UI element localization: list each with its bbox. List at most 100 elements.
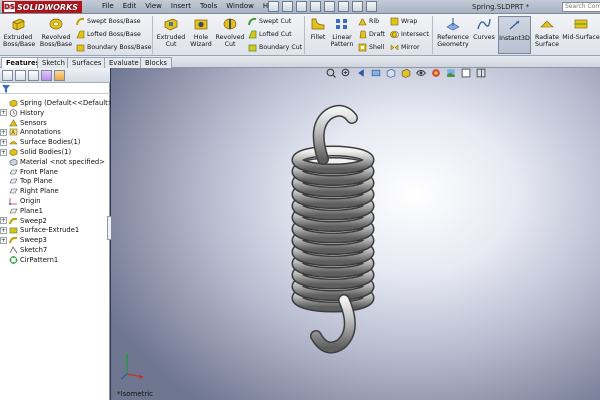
- draft-button[interactable]: Draft: [358, 30, 385, 39]
- save-icon[interactable]: [296, 1, 307, 12]
- expand-icon[interactable]: +: [0, 236, 7, 244]
- hole-wizard-button[interactable]: Hole Wizard: [188, 17, 214, 48]
- curves-icon: [477, 18, 491, 30]
- tree-item-annotations[interactable]: + A Annotations: [0, 128, 110, 138]
- wrap-button[interactable]: Wrap: [390, 17, 417, 26]
- reference-geometry-label: Reference Geometry: [437, 34, 469, 48]
- radiate-surface-button[interactable]: Radiate Surface: [533, 17, 561, 48]
- tab-surfaces[interactable]: Surfaces: [67, 57, 107, 68]
- rib-button[interactable]: Rib: [358, 17, 379, 26]
- rebuild-icon[interactable]: [352, 1, 363, 12]
- tree-item-material-not-specified[interactable]: Material <not specified>: [0, 157, 110, 167]
- tree-item-front-plane[interactable]: Front Plane: [0, 167, 110, 177]
- svg-text:A: A: [11, 130, 15, 136]
- tree-item-sweep2[interactable]: + Sweep2: [0, 216, 110, 226]
- tree-item-top-plane[interactable]: Top Plane: [0, 177, 110, 187]
- wrap-icon: [390, 17, 399, 26]
- search-commands-input[interactable]: Search Com: [562, 2, 600, 12]
- origin-icon: [9, 198, 17, 206]
- open-icon[interactable]: [282, 1, 293, 12]
- tab-sketch[interactable]: Sketch: [37, 57, 70, 68]
- tree-item-sensors[interactable]: Sensors: [0, 118, 110, 128]
- material-icon: [9, 158, 18, 166]
- expand-icon[interactable]: +: [0, 226, 7, 234]
- solidworks-logo[interactable]: DS SOLIDWORKS: [2, 1, 83, 13]
- title-bar: DS SOLIDWORKS File Edit View Insert Tool…: [0, 0, 600, 14]
- expand-icon[interactable]: +: [0, 138, 7, 146]
- menu-edit[interactable]: Edit: [123, 2, 137, 10]
- menu-file[interactable]: File: [102, 2, 114, 10]
- revolved-boss-icon: [49, 18, 63, 30]
- options-icon[interactable]: [366, 1, 377, 12]
- lofted-boss-button[interactable]: Lofted Boss/Base: [76, 30, 141, 39]
- boundary-boss-button[interactable]: Boundary Boss/Base: [76, 43, 152, 52]
- tree-item-sketch7[interactable]: Sketch7: [0, 245, 110, 255]
- menu-tools[interactable]: Tools: [200, 2, 217, 10]
- sweep-icon: [9, 237, 18, 244]
- undo-icon[interactable]: [324, 1, 335, 12]
- property-manager-tab-icon[interactable]: [15, 70, 26, 81]
- fillet-label: Fillet: [310, 34, 326, 41]
- tree-root-part[interactable]: Spring (Default<<Default>_Disp: [0, 97, 132, 108]
- plane-icon: [9, 188, 18, 194]
- intersect-button[interactable]: Intersect: [390, 30, 429, 39]
- part-icon: [9, 99, 18, 107]
- tree-item-surface-bodies-1[interactable]: + Surface Bodies(1): [0, 137, 110, 147]
- tree-item-surface-extrude1[interactable]: + Surface-Extrude1: [0, 226, 110, 236]
- mid-surface-button[interactable]: Mid-Surface: [562, 17, 600, 41]
- revolved-cut-button[interactable]: Revolved Cut: [215, 17, 245, 48]
- configuration-manager-tab-icon[interactable]: [28, 70, 39, 81]
- graphics-viewport[interactable]: *Isometric: [111, 68, 600, 400]
- feature-manager-tab-icon[interactable]: [2, 70, 13, 81]
- new-document-icon[interactable]: [268, 1, 279, 12]
- view-orientation-label: *Isometric: [117, 390, 154, 398]
- spring-model[interactable]: [111, 68, 600, 400]
- swept-cut-button[interactable]: Swept Cut: [248, 17, 291, 26]
- tree-item-solid-bodies-1[interactable]: + Solid Bodies(1): [0, 147, 110, 157]
- tree-item-cirpattern1[interactable]: CirPattern1: [0, 255, 110, 265]
- reference-geometry-button[interactable]: Reference Geometry: [435, 17, 471, 48]
- tree-filter[interactable]: [0, 84, 110, 94]
- quick-access-toolbar: [268, 1, 377, 12]
- menu-insert[interactable]: Insert: [171, 2, 191, 10]
- solid-body-icon: [9, 148, 18, 156]
- tree-item-origin[interactable]: Origin: [0, 196, 110, 206]
- plane-icon: [9, 208, 18, 214]
- instant3d-button[interactable]: Instant3D: [498, 16, 531, 54]
- expand-icon[interactable]: +: [0, 109, 7, 117]
- intersect-icon: [390, 31, 399, 38]
- boundary-cut-button[interactable]: Boundary Cut: [248, 43, 302, 52]
- extruded-cut-icon: [164, 18, 178, 31]
- history-icon: [9, 109, 18, 117]
- curves-button[interactable]: Curves: [472, 17, 496, 41]
- boundary-cut-label: Boundary Cut: [259, 44, 303, 51]
- lofted-cut-button[interactable]: Lofted Cut: [248, 30, 292, 39]
- menu-window[interactable]: Window: [226, 2, 254, 10]
- mirror-button[interactable]: Mirror: [390, 43, 420, 52]
- command-tabs: Features Sketch Surfaces Evaluate Blocks: [0, 56, 600, 68]
- tree-item-right-plane[interactable]: Right Plane: [0, 186, 110, 196]
- dimxpert-tab-icon[interactable]: [41, 70, 52, 81]
- fillet-button[interactable]: Fillet: [306, 17, 330, 41]
- tab-blocks[interactable]: Blocks: [140, 57, 172, 68]
- swept-boss-label: Swept Boss/Base: [87, 18, 141, 25]
- tree-item-sweep3[interactable]: + Sweep3: [0, 235, 110, 245]
- menu-view[interactable]: View: [145, 2, 162, 10]
- swept-boss-button[interactable]: Swept Boss/Base: [76, 17, 141, 26]
- tab-evaluate[interactable]: Evaluate: [104, 57, 144, 68]
- expand-icon[interactable]: +: [0, 128, 7, 136]
- shell-button[interactable]: Shell: [358, 43, 384, 52]
- tree-item-history[interactable]: + History: [0, 108, 110, 118]
- expand-icon[interactable]: +: [0, 217, 7, 225]
- extruded-cut-button[interactable]: Extruded Cut: [155, 17, 187, 48]
- tree-item-plane1[interactable]: Plane1: [0, 206, 110, 216]
- print-icon[interactable]: [310, 1, 321, 12]
- linear-pattern-button[interactable]: Linear Pattern: [330, 17, 354, 48]
- display-manager-tab-icon[interactable]: [54, 70, 65, 81]
- expand-icon[interactable]: +: [0, 148, 7, 156]
- revolved-boss-button[interactable]: Revolved Boss/Base: [38, 17, 74, 48]
- select-icon[interactable]: [338, 1, 349, 12]
- tree-item-label: Material <not specified>: [20, 157, 105, 166]
- extruded-boss-button[interactable]: Extruded Boss/Base: [3, 17, 35, 48]
- tree-item-label: Front Plane: [20, 167, 58, 176]
